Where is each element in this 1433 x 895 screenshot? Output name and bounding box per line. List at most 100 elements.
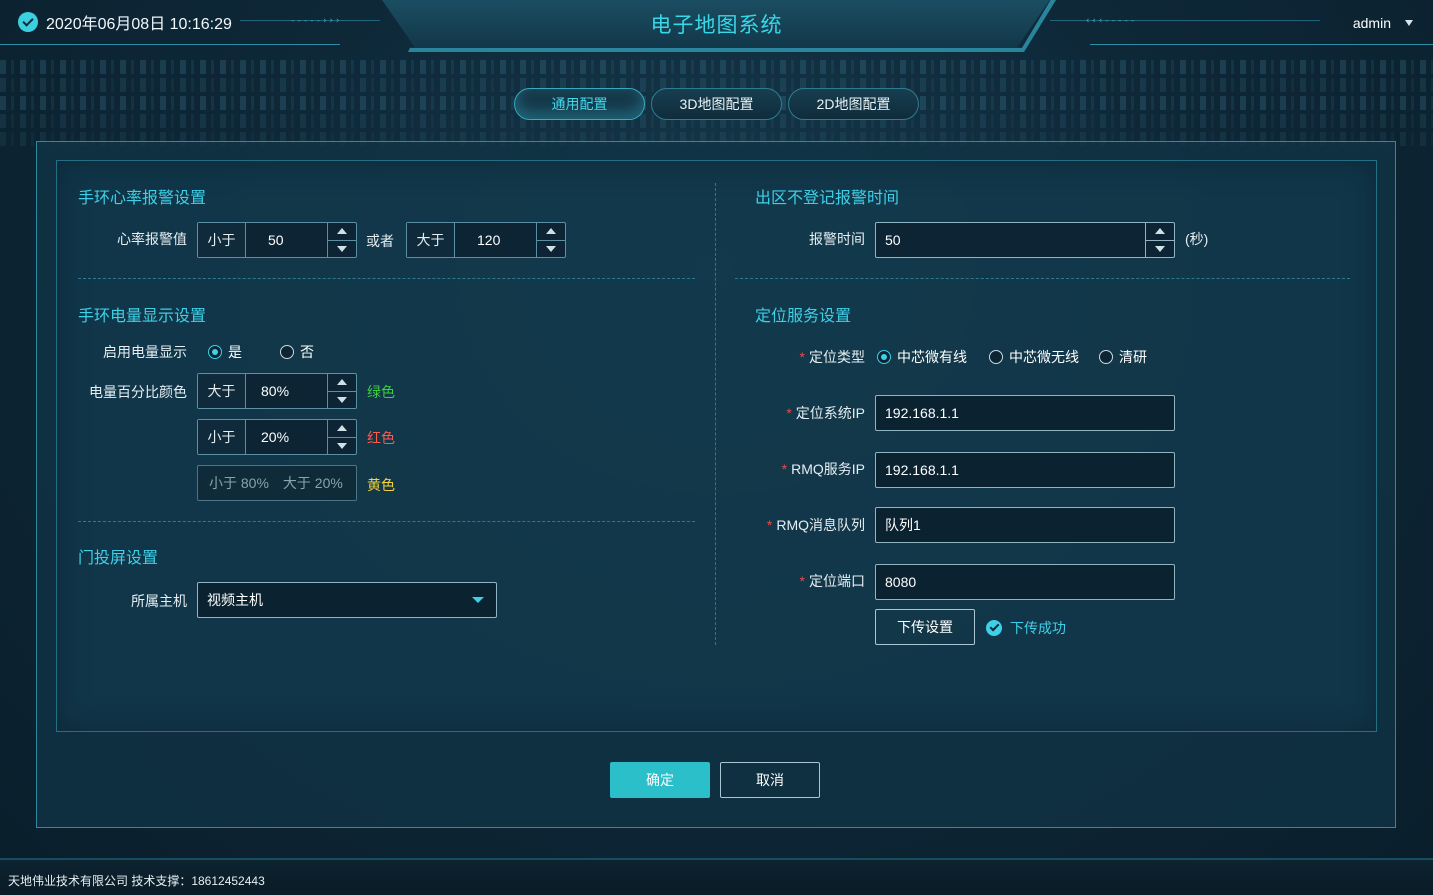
alarm-time-label: 报警时间 bbox=[809, 231, 865, 247]
username[interactable]: admin bbox=[1353, 15, 1391, 31]
heart-rate-low-prefix: 小于 bbox=[198, 223, 246, 257]
location-ip-input[interactable]: 192.168.1.1 bbox=[875, 395, 1175, 431]
alarm-time-unit: (秒) bbox=[1185, 231, 1209, 247]
battery-red-input[interactable]: 20% bbox=[246, 420, 327, 454]
heart-rate-high-input[interactable]: 120 bbox=[455, 223, 536, 257]
battery-red-stepper[interactable]: 小于 20% bbox=[197, 419, 357, 455]
user-menu[interactable]: admin bbox=[1353, 15, 1413, 31]
increment-button[interactable] bbox=[328, 420, 356, 437]
battery-green-stepper[interactable]: 大于 80% bbox=[197, 373, 357, 409]
footer-text: 天地伟业技术有限公司 技术支撑：18612452443 bbox=[8, 874, 265, 888]
arrow-up-icon bbox=[337, 379, 347, 386]
heart-rate-low-input[interactable]: 50 bbox=[246, 223, 327, 257]
required-mark: * bbox=[766, 517, 773, 533]
decrement-button[interactable] bbox=[328, 390, 356, 409]
yellow-range-high: 大于 20% bbox=[282, 475, 343, 491]
radio-type-wireless[interactable]: 中芯微无线 bbox=[989, 347, 1099, 367]
heart-rate-low-spinner[interactable] bbox=[327, 223, 356, 257]
decrement-button[interactable] bbox=[328, 239, 356, 258]
arrow-up-icon bbox=[1155, 228, 1165, 235]
screen-section-title: 门投屏设置 bbox=[78, 550, 159, 567]
decrement-button[interactable] bbox=[328, 436, 356, 455]
deco-arrows-left: -----››› bbox=[290, 16, 342, 26]
rmq-ip-input[interactable]: 192.168.1.1 bbox=[875, 452, 1175, 488]
battery-green-spinner[interactable] bbox=[327, 374, 356, 408]
radio-no[interactable]: 否 bbox=[280, 342, 314, 362]
yellow-color-tag: 黄色 bbox=[367, 477, 395, 493]
rmq-queue-input[interactable]: 队列1 bbox=[875, 507, 1175, 543]
required-mark: * bbox=[799, 573, 805, 589]
arrow-down-icon bbox=[337, 396, 347, 403]
battery-enable-radio-group: 是 否 bbox=[208, 342, 314, 362]
tab-general[interactable]: 通用配置 bbox=[514, 88, 645, 120]
increment-button[interactable] bbox=[1146, 223, 1174, 240]
radio-type-qingyan[interactable]: 清研 bbox=[1099, 347, 1147, 367]
push-status-text: 下传成功 bbox=[1010, 620, 1066, 636]
arrow-down-icon bbox=[1155, 245, 1165, 252]
column-divider bbox=[715, 183, 716, 645]
radio-type-wired[interactable]: 中芯微有线 bbox=[877, 347, 989, 367]
increment-button[interactable] bbox=[328, 223, 356, 240]
arrow-up-icon bbox=[337, 228, 347, 235]
battery-yellow-range: 小于 80% 大于 20% bbox=[197, 465, 357, 501]
required-mark: * bbox=[786, 405, 792, 421]
alarm-time-input[interactable]: 50 bbox=[876, 223, 1145, 257]
increment-button[interactable] bbox=[537, 223, 565, 240]
location-type-radio-group: 中芯微有线 中芯微无线 清研 bbox=[877, 347, 1147, 367]
required-mark: * bbox=[781, 461, 788, 477]
or-label: 或者 bbox=[366, 233, 394, 249]
location-ip-label: * 定位系统IP bbox=[786, 405, 865, 421]
radio-yes[interactable]: 是 bbox=[208, 342, 242, 362]
battery-red-spinner[interactable] bbox=[327, 420, 356, 454]
radio-type-wireless-label: 中芯微无线 bbox=[1009, 349, 1079, 365]
datetime-text: 2020年06月08日 10:16:29 bbox=[46, 16, 232, 33]
battery-section-title: 手环电量显示设置 bbox=[78, 308, 207, 325]
tab-3d-map[interactable]: 3D地图配置 bbox=[651, 88, 782, 120]
heart-rate-high-stepper[interactable]: 大于 120 bbox=[406, 222, 566, 258]
divider bbox=[78, 278, 695, 279]
battery-green-input[interactable]: 80% bbox=[246, 374, 327, 408]
increment-button[interactable] bbox=[328, 374, 356, 391]
decrement-button[interactable] bbox=[1146, 239, 1174, 258]
host-select[interactable]: 视频主机 bbox=[197, 582, 497, 618]
chevron-down-icon[interactable] bbox=[472, 597, 484, 603]
arrow-down-icon bbox=[546, 245, 556, 252]
alarm-time-spinner[interactable] bbox=[1145, 223, 1174, 257]
heart-rate-high-prefix: 大于 bbox=[407, 223, 455, 257]
config-panel: 手环心率报警设置 心率报警值 小于 50 或者 大于 120 手环电量显示设置 … bbox=[36, 141, 1396, 828]
heart-rate-low-stepper[interactable]: 小于 50 bbox=[197, 222, 357, 258]
app-header: 电子地图系统 2020年06月08日 10:16:29 -----››› ‹‹‹… bbox=[0, 0, 1433, 60]
check-circle-icon bbox=[986, 620, 1002, 636]
heart-rate-high-spinner[interactable] bbox=[536, 223, 565, 257]
alarm-time-stepper[interactable]: 50 bbox=[875, 222, 1175, 258]
location-type-label: * 定位类型 bbox=[799, 349, 865, 365]
confirm-button[interactable]: 确定 bbox=[610, 762, 710, 798]
rmq-queue-label: * RMQ消息队列 bbox=[766, 517, 865, 533]
decrement-button[interactable] bbox=[537, 239, 565, 258]
radio-checked-icon[interactable] bbox=[208, 345, 222, 359]
battery-enable-label: 启用电量显示 bbox=[103, 344, 187, 360]
radio-unchecked-icon[interactable] bbox=[1099, 350, 1113, 364]
battery-green-prefix: 大于 bbox=[198, 374, 246, 408]
host-select-value: 视频主机 bbox=[207, 592, 263, 608]
arrow-up-icon bbox=[546, 228, 556, 235]
radio-unchecked-icon[interactable] bbox=[989, 350, 1003, 364]
location-port-label: * 定位端口 bbox=[799, 573, 865, 589]
divider bbox=[78, 521, 695, 522]
clock-icon bbox=[18, 12, 38, 32]
host-label: 所属主机 bbox=[131, 593, 187, 609]
radio-yes-label: 是 bbox=[228, 344, 242, 360]
arrow-up-icon bbox=[337, 425, 347, 432]
tab-2d-map[interactable]: 2D地图配置 bbox=[788, 88, 919, 120]
caret-down-icon[interactable] bbox=[1405, 20, 1413, 26]
radio-checked-icon[interactable] bbox=[877, 350, 891, 364]
arrow-down-icon bbox=[337, 442, 347, 449]
app-footer: 天地伟业技术有限公司 技术支撑：18612452443 bbox=[0, 858, 1433, 895]
location-port-input[interactable]: 8080 bbox=[875, 564, 1175, 600]
cancel-button[interactable]: 取消 bbox=[720, 762, 820, 798]
green-color-tag: 绿色 bbox=[367, 384, 395, 400]
config-tabs: 通用配置 3D地图配置 2D地图配置 bbox=[514, 88, 919, 120]
radio-unchecked-icon[interactable] bbox=[280, 345, 294, 359]
push-settings-button[interactable]: 下传设置 bbox=[875, 609, 975, 645]
location-section-title: 定位服务设置 bbox=[755, 308, 852, 325]
